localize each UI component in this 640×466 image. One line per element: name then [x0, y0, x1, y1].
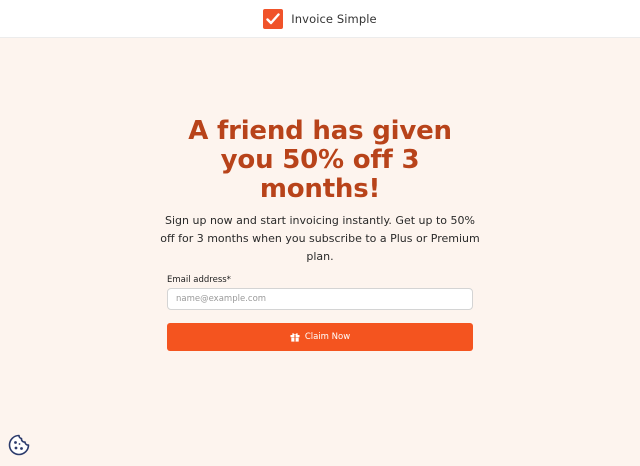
cookie-icon — [7, 433, 31, 462]
gift-icon — [290, 332, 300, 342]
claim-now-button[interactable]: Claim Now — [167, 323, 473, 351]
claim-now-label: Claim Now — [304, 332, 351, 342]
brand-name: Invoice Simple — [291, 11, 377, 26]
email-label: Email address* — [167, 275, 231, 285]
page-headline: A friend has given you 50% off 3 months! — [188, 116, 452, 204]
checkmark-icon — [263, 8, 284, 29]
top-header: Invoice Simple — [0, 0, 640, 38]
cookie-settings-button[interactable] — [6, 434, 32, 460]
brand-logo[interactable]: Invoice Simple — [263, 8, 377, 29]
page-subtext: Sign up now and start invoicing instantl… — [160, 214, 480, 263]
email-field[interactable] — [167, 288, 473, 310]
